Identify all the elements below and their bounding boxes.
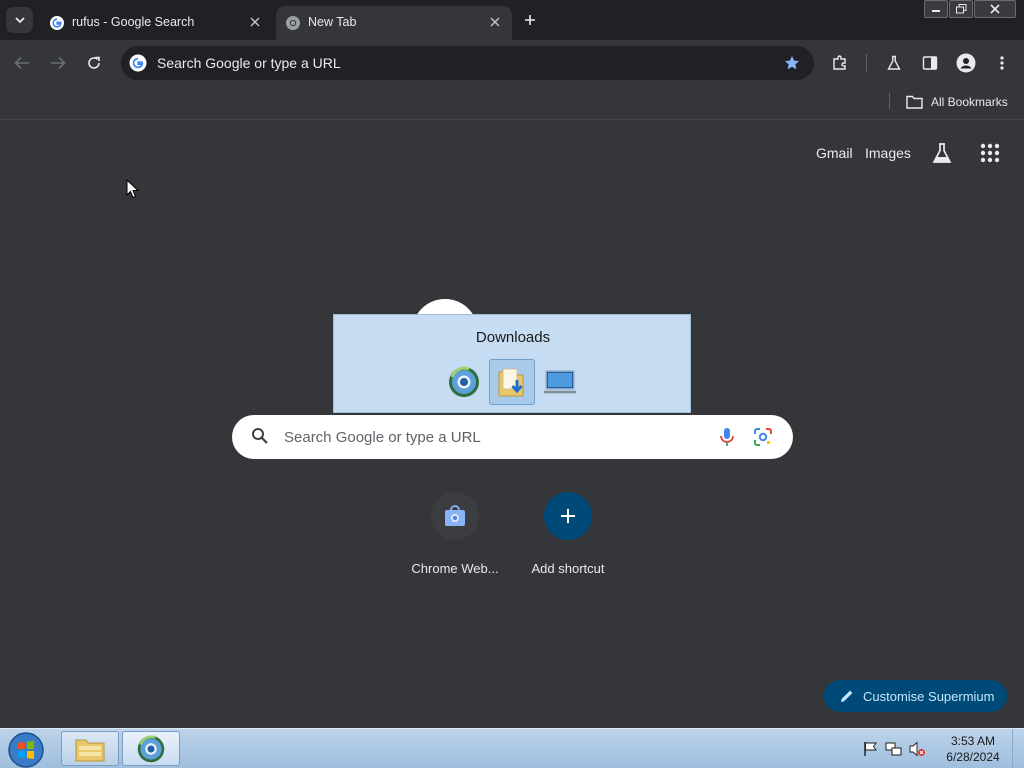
- new-tab-button[interactable]: [519, 9, 541, 31]
- google-lens-icon[interactable]: [753, 427, 773, 447]
- all-bookmarks-label: All Bookmarks: [931, 95, 1008, 109]
- add-shortcut-button[interactable]: Add shortcut: [513, 492, 623, 576]
- plus-icon: [525, 15, 535, 25]
- computer-icon[interactable]: [537, 359, 583, 405]
- mouse-cursor-icon: [126, 179, 140, 199]
- close-icon: [990, 4, 1000, 14]
- tab-search-button[interactable]: [6, 7, 33, 33]
- taskbar: 3:53 AM 6/28/2024: [0, 728, 1024, 768]
- close-icon[interactable]: [247, 14, 263, 30]
- arrow-left-icon: [14, 56, 29, 70]
- bookmarks-bar: All Bookmarks: [0, 86, 1024, 120]
- customise-button[interactable]: Customise Supermium: [824, 680, 1007, 712]
- tab-title: New Tab: [308, 15, 357, 29]
- bookmark-star-icon[interactable]: [782, 53, 802, 73]
- minimize-icon: [932, 10, 940, 12]
- all-bookmarks-button[interactable]: All Bookmarks: [906, 92, 1008, 112]
- side-panel-icon[interactable]: [919, 52, 941, 74]
- customise-label: Customise Supermium: [863, 688, 995, 704]
- forward-button[interactable]: [47, 52, 69, 74]
- network-icon[interactable]: [885, 740, 903, 758]
- google-g-icon: [129, 54, 147, 72]
- apps-grid-icon[interactable]: [980, 143, 1000, 163]
- images-link[interactable]: Images: [865, 145, 911, 161]
- toolbar-divider: [866, 54, 867, 72]
- labs-flask-icon[interactable]: [931, 142, 953, 164]
- tab-rufus-search[interactable]: rufus - Google Search: [40, 6, 272, 40]
- toolbar: Search Google or type a URL: [0, 40, 1024, 86]
- action-center-flag-icon[interactable]: [862, 740, 880, 758]
- pencil-icon: [840, 689, 854, 703]
- gmail-link[interactable]: Gmail: [816, 145, 853, 161]
- profile-avatar-icon[interactable]: [955, 52, 977, 74]
- file-explorer-icon: [75, 739, 105, 761]
- show-desktop-button[interactable]: [1012, 729, 1024, 768]
- web-store-icon: [431, 492, 479, 540]
- popup-title: Downloads: [475, 329, 551, 346]
- reload-button[interactable]: [83, 52, 105, 74]
- restore-icon: [955, 4, 966, 14]
- plus-icon: [544, 492, 592, 540]
- tab-strip: rufus - Google Search New Tab: [0, 0, 1024, 40]
- search-icon: [251, 427, 271, 447]
- ntp-search-box[interactable]: Search Google or type a URL: [232, 415, 793, 459]
- chevron-down-icon: [14, 16, 25, 23]
- shortcut-label: Chrome Web...: [411, 561, 499, 576]
- browser-globe-icon[interactable]: [441, 359, 487, 405]
- address-bar[interactable]: Search Google or type a URL: [121, 46, 814, 80]
- windows-start-button[interactable]: [7, 731, 45, 768]
- taskbar-clock[interactable]: 3:53 AM 6/28/2024: [940, 733, 1006, 765]
- system-tray: [862, 739, 931, 759]
- folder-icon: [906, 95, 923, 109]
- clock-time: 3:53 AM: [950, 734, 996, 748]
- extensions-icon[interactable]: [829, 52, 851, 74]
- arrow-right-icon: [51, 56, 66, 70]
- labs-flask-icon[interactable]: [883, 52, 905, 74]
- google-g-icon: [48, 14, 65, 31]
- downloads-popup: Downloads: [333, 314, 691, 413]
- search-placeholder: Search Google or type a URL: [284, 429, 481, 446]
- browser-globe-icon: [137, 734, 165, 762]
- window-controls: [923, 0, 1016, 19]
- chrome-icon: [284, 14, 301, 31]
- taskbar-browser[interactable]: [122, 731, 180, 766]
- volume-muted-icon[interactable]: [908, 740, 926, 758]
- address-bar-text: Search Google or type a URL: [157, 55, 341, 71]
- reload-icon: [88, 56, 100, 69]
- taskbar-file-explorer[interactable]: [61, 731, 119, 766]
- menu-kebab-icon[interactable]: [991, 52, 1013, 74]
- bookmarks-divider: [889, 93, 890, 109]
- microphone-icon[interactable]: [717, 426, 737, 448]
- close-icon[interactable]: [487, 14, 503, 30]
- minimize-button[interactable]: [924, 0, 948, 18]
- shortcut-chrome-web-store[interactable]: Chrome Web...: [400, 492, 510, 576]
- clock-date: 6/28/2024: [946, 750, 1000, 764]
- back-button[interactable]: [11, 52, 33, 74]
- downloads-folder-icon[interactable]: [489, 359, 535, 405]
- restore-button[interactable]: [949, 0, 973, 18]
- close-window-button[interactable]: [974, 0, 1016, 18]
- tab-title: rufus - Google Search: [72, 15, 195, 29]
- shortcut-label: Add shortcut: [531, 561, 605, 576]
- tab-new-tab[interactable]: New Tab: [276, 6, 512, 40]
